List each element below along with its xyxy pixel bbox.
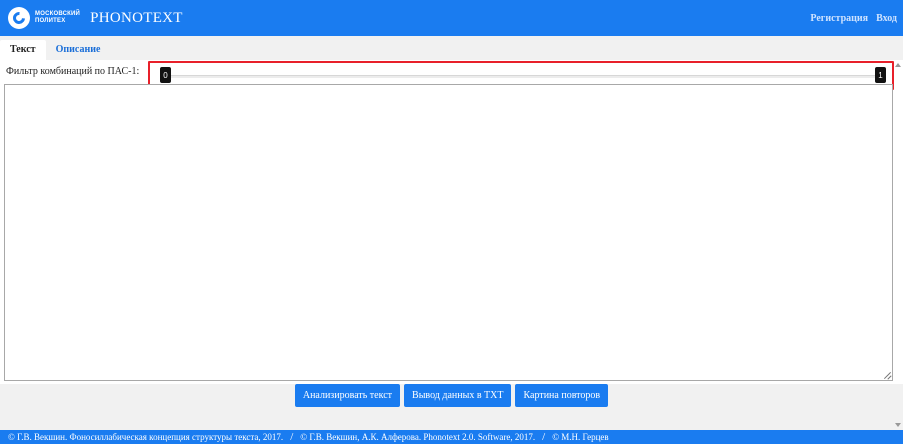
resize-grip-icon[interactable] bbox=[883, 371, 891, 379]
footer-credit-2: © Г.В. Векшин, А.К. Алферова. Phonotext … bbox=[300, 432, 536, 442]
tab-bar: Текст Описание bbox=[0, 40, 110, 60]
register-link[interactable]: Регистрация bbox=[810, 13, 868, 24]
analyze-button[interactable]: Анализировать текст bbox=[294, 384, 401, 407]
footer-credit-3: © М.Н. Герцев bbox=[552, 432, 609, 442]
filter-label: Фильтр комбинаций по ПАС-1: bbox=[6, 66, 140, 77]
page-scrollbar[interactable] bbox=[894, 60, 903, 430]
footer-credit-1: © Г.В. Векшин. Фоносиллабическая концепц… bbox=[8, 432, 284, 442]
action-buttons: Анализировать текст Вывод данных в TXT К… bbox=[0, 384, 903, 410]
brand-title[interactable]: PHONOTEXT bbox=[90, 10, 183, 27]
logo-icon bbox=[8, 7, 30, 29]
slider-min-handle[interactable]: 0 bbox=[160, 67, 171, 83]
login-link[interactable]: Вход bbox=[876, 13, 897, 24]
auth-links: Регистрация Вход bbox=[810, 13, 897, 24]
scroll-up-icon[interactable] bbox=[895, 63, 901, 67]
repeat-picture-button[interactable]: Картина повторов bbox=[515, 384, 609, 407]
logo-text: Московский Политех bbox=[35, 11, 81, 24]
logo[interactable]: Московский Политех bbox=[8, 7, 80, 29]
footer-separator: / bbox=[290, 431, 294, 443]
footer-separator: / bbox=[542, 431, 546, 443]
export-txt-button[interactable]: Вывод данных в TXT bbox=[404, 384, 512, 407]
text-panel: Фильтр комбинаций по ПАС-1: 0 1 bbox=[0, 60, 903, 384]
slider-track[interactable] bbox=[164, 75, 878, 78]
slider-max-handle[interactable]: 1 bbox=[875, 67, 886, 83]
top-navbar: Московский Политех PHONOTEXT Регистрация… bbox=[0, 0, 903, 36]
text-input[interactable] bbox=[4, 84, 893, 381]
scroll-down-icon[interactable] bbox=[895, 423, 901, 427]
tab-description[interactable]: Описание bbox=[46, 40, 111, 60]
footer: © Г.В. Векшин. Фоносиллабическая концепц… bbox=[0, 430, 903, 444]
tab-text[interactable]: Текст bbox=[0, 40, 46, 60]
